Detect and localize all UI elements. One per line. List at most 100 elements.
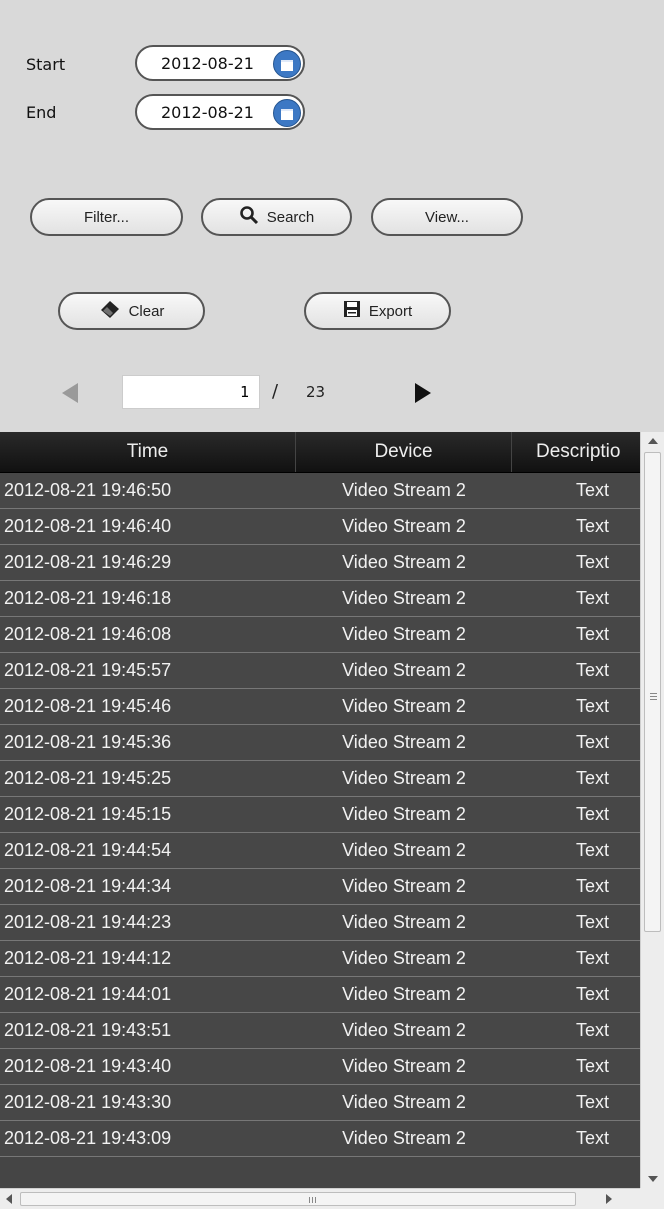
cell-device: Video Stream 2 <box>342 1092 466 1112</box>
table-row[interactable]: 2012-08-21 19:46:50 Video Stream 2 Text <box>0 473 640 509</box>
cell-device: Video Stream 2 <box>342 588 466 608</box>
cell-description: Text <box>576 696 610 716</box>
horizontal-scroll-thumb[interactable] <box>20 1192 576 1206</box>
cell-time: 2012-08-21 19:45:36 <box>4 732 172 752</box>
export-button-label: Export <box>368 302 413 320</box>
search-button-label: Search <box>266 208 315 226</box>
cell-device: Video Stream 2 <box>342 984 466 1004</box>
table-row[interactable]: 2012-08-21 19:45:36 Video Stream 2 Text <box>0 725 640 761</box>
cell-description: Text <box>576 1020 610 1040</box>
cell-description: Text <box>576 624 610 644</box>
cell-time: 2012-08-21 19:44:54 <box>4 840 172 860</box>
cell-device: Video Stream 2 <box>342 768 466 788</box>
search-button[interactable]: Search <box>201 198 352 236</box>
scroll-right-icon[interactable] <box>606 1194 612 1204</box>
scroll-up-icon[interactable] <box>648 438 658 444</box>
vertical-scroll-thumb[interactable] <box>644 452 661 932</box>
calendar-icon[interactable] <box>273 50 301 78</box>
table-row[interactable]: 2012-08-21 19:43:09 Video Stream 2 Text <box>0 1121 640 1157</box>
view-button-label: View... <box>425 208 469 226</box>
table-row[interactable]: 2012-08-21 19:44:23 Video Stream 2 Text <box>0 905 640 941</box>
filter-panel: Start 2012-08-21 End 2012-08-21 Filter..… <box>0 0 664 432</box>
cell-device: Video Stream 2 <box>342 660 466 680</box>
total-pages: 23 <box>306 383 326 401</box>
clear-button[interactable]: Clear <box>58 292 205 330</box>
scroll-left-icon[interactable] <box>6 1194 12 1204</box>
cell-device: Video Stream 2 <box>342 732 466 752</box>
scrollbar-corner <box>640 1188 664 1209</box>
column-header-time[interactable]: Time <box>0 432 296 472</box>
horizontal-scrollbar[interactable] <box>0 1188 640 1209</box>
table-header: Time Device Descriptio <box>0 432 640 473</box>
magnifier-icon <box>239 205 259 229</box>
cell-time: 2012-08-21 19:43:51 <box>4 1020 172 1040</box>
page-number-input[interactable]: 1 <box>122 375 260 409</box>
start-date-field[interactable]: 2012-08-21 <box>135 45 305 81</box>
table-body: 2012-08-21 19:46:50 Video Stream 2 Text 201… <box>0 473 640 1157</box>
previous-page-icon[interactable] <box>62 383 78 403</box>
vertical-scrollbar[interactable] <box>640 432 664 1188</box>
table-row[interactable]: 2012-08-21 19:44:34 Video Stream 2 Text <box>0 869 640 905</box>
cell-time: 2012-08-21 19:43:40 <box>4 1056 172 1076</box>
cell-description: Text <box>576 876 610 896</box>
cell-time: 2012-08-21 19:46:50 <box>4 480 172 500</box>
start-date-value: 2012-08-21 <box>161 54 254 73</box>
cell-device: Video Stream 2 <box>342 948 466 968</box>
next-page-icon[interactable] <box>415 383 431 403</box>
cell-description: Text <box>576 1128 610 1148</box>
table-row[interactable]: 2012-08-21 19:46:40 Video Stream 2 Text <box>0 509 640 545</box>
cell-description: Text <box>576 516 610 536</box>
table-row[interactable]: 2012-08-21 19:43:40 Video Stream 2 Text <box>0 1049 640 1085</box>
eraser-icon <box>99 299 121 323</box>
cell-time: 2012-08-21 19:46:40 <box>4 516 172 536</box>
export-button[interactable]: Export <box>304 292 451 330</box>
scroll-down-icon[interactable] <box>648 1176 658 1182</box>
cell-time: 2012-08-21 19:44:12 <box>4 948 172 968</box>
column-header-description[interactable]: Descriptio <box>512 432 640 472</box>
table-row[interactable]: 2012-08-21 19:44:12 Video Stream 2 Text <box>0 941 640 977</box>
cell-time: 2012-08-21 19:46:29 <box>4 552 172 572</box>
cell-device: Video Stream 2 <box>342 624 466 644</box>
cell-description: Text <box>576 948 610 968</box>
table-row[interactable]: 2012-08-21 19:46:18 Video Stream 2 Text <box>0 581 640 617</box>
end-date-field[interactable]: 2012-08-21 <box>135 94 305 130</box>
cell-device: Video Stream 2 <box>342 1128 466 1148</box>
clear-button-label: Clear <box>128 302 165 320</box>
table-row[interactable]: 2012-08-21 19:45:25 Video Stream 2 Text <box>0 761 640 797</box>
filter-button[interactable]: Filter... <box>30 198 183 236</box>
column-header-device[interactable]: Device <box>296 432 512 472</box>
cell-description: Text <box>576 552 610 572</box>
page-separator: / <box>272 381 279 402</box>
cell-description: Text <box>576 732 610 752</box>
cell-time: 2012-08-21 19:45:15 <box>4 804 172 824</box>
view-button[interactable]: View... <box>371 198 523 236</box>
event-table: Time Device Descriptio 2012-08-21 19:46:… <box>0 432 640 1188</box>
start-label: Start <box>26 55 66 74</box>
cell-device: Video Stream 2 <box>342 552 466 572</box>
end-date-value: 2012-08-21 <box>161 103 254 122</box>
table-row[interactable]: 2012-08-21 19:46:08 Video Stream 2 Text <box>0 617 640 653</box>
table-row[interactable]: 2012-08-21 19:45:46 Video Stream 2 Text <box>0 689 640 725</box>
cell-time: 2012-08-21 19:45:57 <box>4 660 172 680</box>
table-row[interactable]: 2012-08-21 19:45:15 Video Stream 2 Text <box>0 797 640 833</box>
table-row[interactable]: 2012-08-21 19:44:01 Video Stream 2 Text <box>0 977 640 1013</box>
cell-device: Video Stream 2 <box>342 516 466 536</box>
calendar-icon[interactable] <box>273 99 301 127</box>
table-row[interactable]: 2012-08-21 19:44:54 Video Stream 2 Text <box>0 833 640 869</box>
table-row[interactable]: 2012-08-21 19:45:57 Video Stream 2 Text <box>0 653 640 689</box>
cell-device: Video Stream 2 <box>342 480 466 500</box>
cell-description: Text <box>576 804 610 824</box>
table-row[interactable]: 2012-08-21 19:46:29 Video Stream 2 Text <box>0 545 640 581</box>
cell-device: Video Stream 2 <box>342 1056 466 1076</box>
table-row[interactable]: 2012-08-21 19:43:30 Video Stream 2 Text <box>0 1085 640 1121</box>
end-label: End <box>26 103 57 122</box>
cell-time: 2012-08-21 19:44:01 <box>4 984 172 1004</box>
cell-time: 2012-08-21 19:45:46 <box>4 696 172 716</box>
cell-device: Video Stream 2 <box>342 804 466 824</box>
cell-description: Text <box>576 840 610 860</box>
cell-device: Video Stream 2 <box>342 876 466 896</box>
cell-time: 2012-08-21 19:45:25 <box>4 768 172 788</box>
cell-description: Text <box>576 588 610 608</box>
table-row[interactable]: 2012-08-21 19:43:51 Video Stream 2 Text <box>0 1013 640 1049</box>
cell-description: Text <box>576 660 610 680</box>
